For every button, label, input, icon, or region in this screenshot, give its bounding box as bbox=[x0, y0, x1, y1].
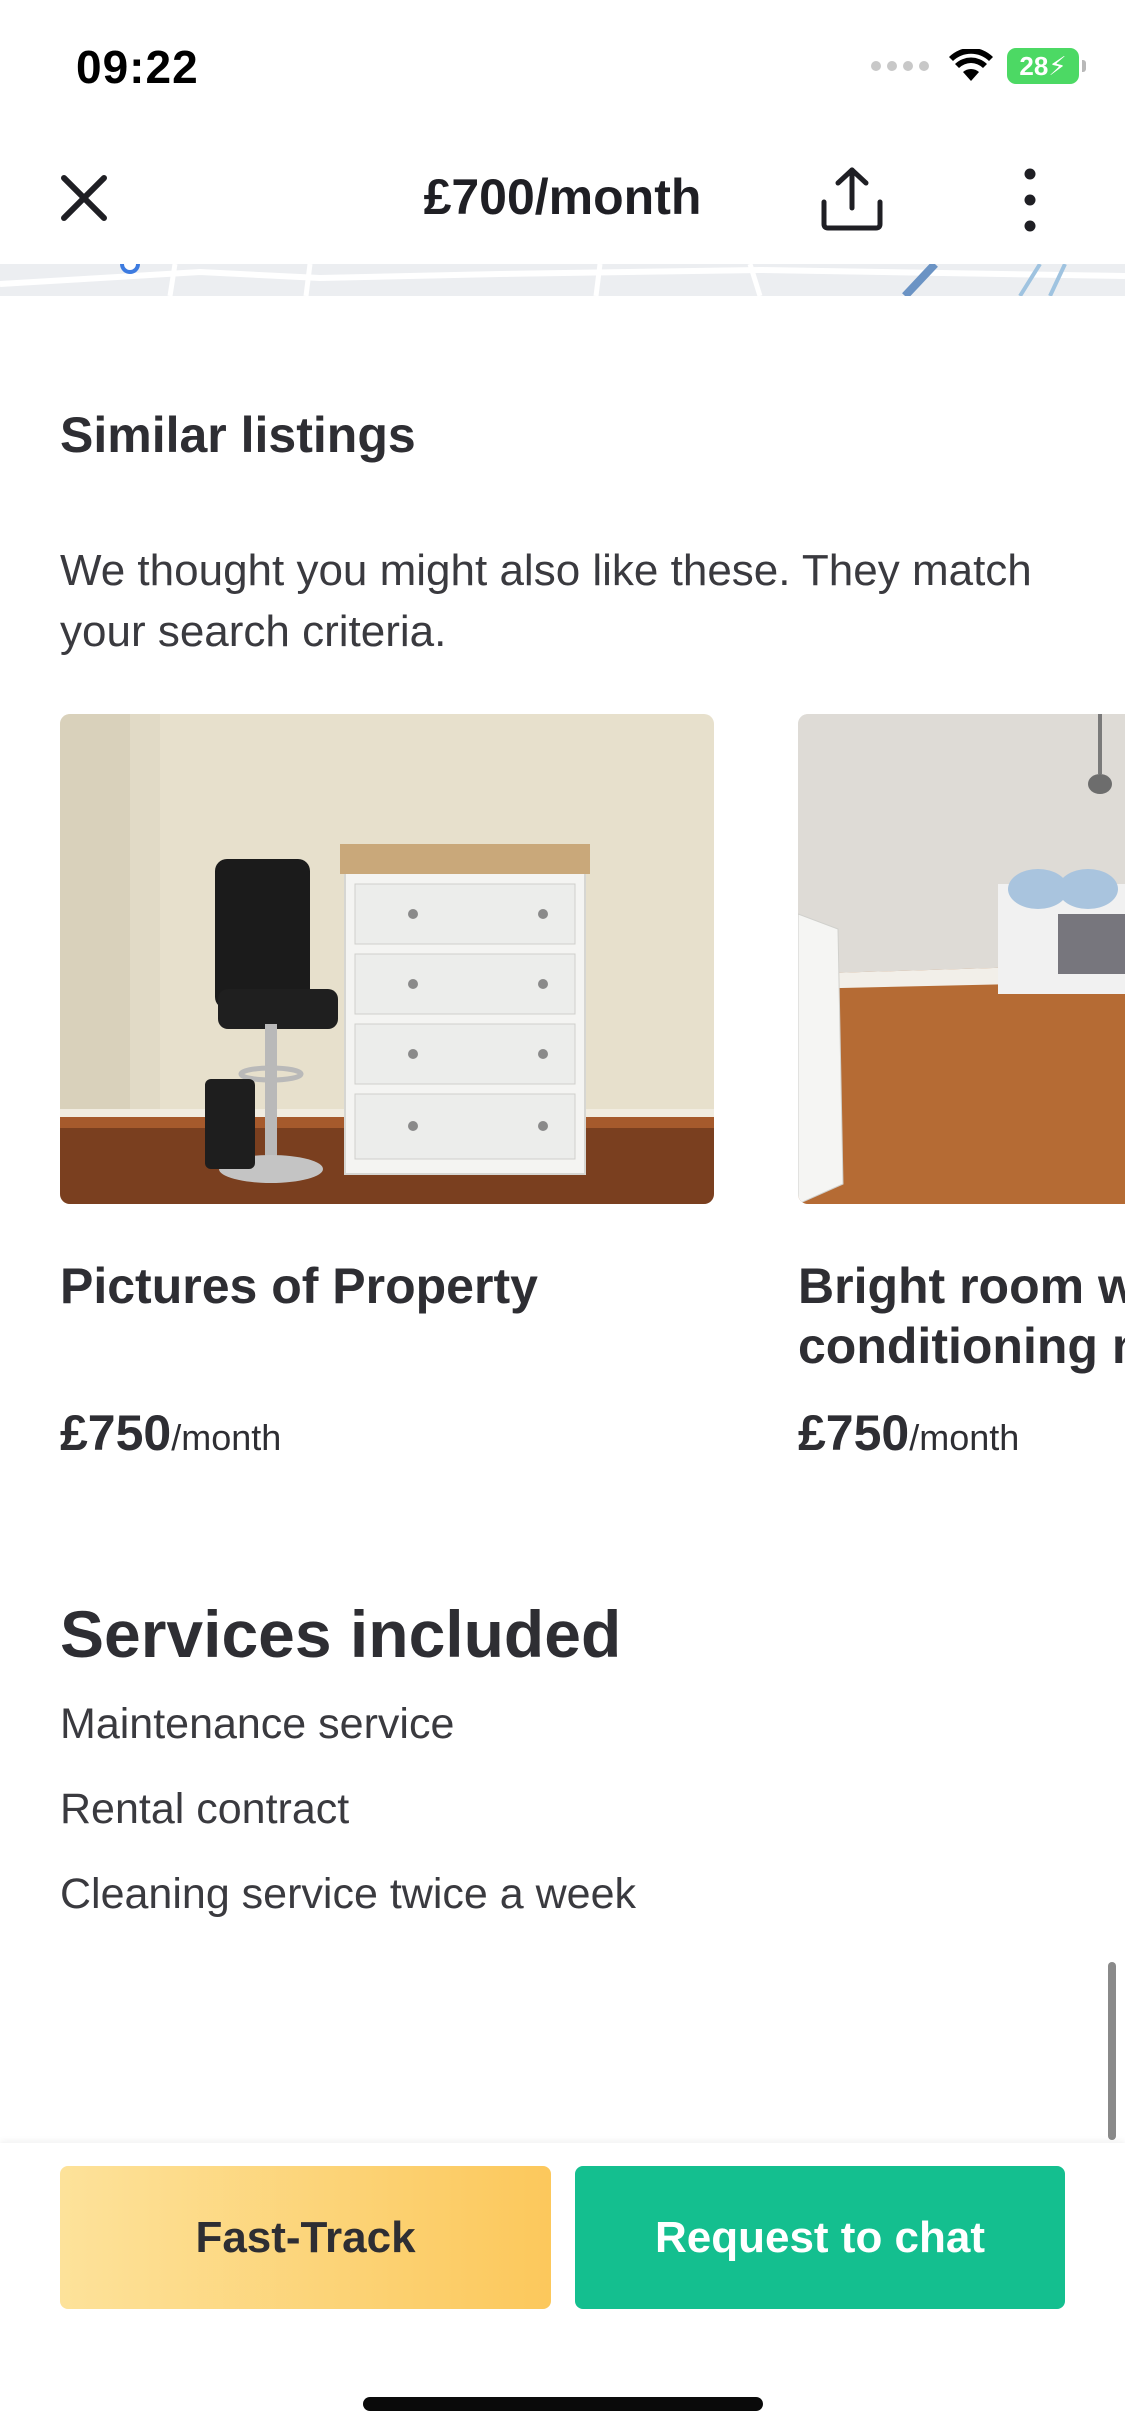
listing-price-amount: £750 bbox=[60, 1405, 172, 1461]
close-icon[interactable] bbox=[56, 170, 112, 226]
scroll-indicator[interactable] bbox=[1108, 1962, 1116, 2140]
listing-price-amount: £750 bbox=[798, 1405, 910, 1461]
similar-listings-description: We thought you might also like these. Th… bbox=[60, 546, 1032, 656]
request-to-chat-button[interactable]: Request to chat bbox=[575, 2166, 1065, 2309]
bottom-action-bar: Fast-Track Request to chat bbox=[0, 2143, 1125, 2436]
listing-price: £750/month bbox=[60, 1404, 714, 1462]
page-title: £700/month bbox=[423, 169, 702, 225]
similar-listings-carousel[interactable]: Pictures of Property £750/month Bright r… bbox=[0, 714, 1125, 1474]
service-item: Rental contract bbox=[60, 1785, 350, 1833]
battery-icon: 28 ⚡︎ bbox=[1007, 48, 1086, 84]
signal-icon bbox=[871, 61, 929, 71]
listing-photo[interactable] bbox=[798, 714, 1125, 1204]
listing-title[interactable]: Pictures of Property bbox=[60, 1256, 714, 1376]
more-vertical-icon[interactable] bbox=[1010, 164, 1050, 236]
listing-photo[interactable] bbox=[60, 714, 714, 1204]
services-title: Services included bbox=[60, 1597, 622, 1671]
service-item: Cleaning service twice a week bbox=[60, 1870, 636, 1918]
services-list: Maintenance service Rental contract Clea… bbox=[60, 1700, 636, 1955]
status-bar: 09:22 28 ⚡︎ bbox=[0, 0, 1125, 140]
status-icons: 28 ⚡︎ bbox=[871, 48, 1086, 84]
listing-price-period: /month bbox=[171, 1417, 282, 1458]
home-indicator[interactable] bbox=[363, 2397, 763, 2411]
battery-level: 28 bbox=[1019, 50, 1049, 81]
app-header: £700/month bbox=[0, 140, 1125, 264]
fast-track-button[interactable]: Fast-Track bbox=[60, 2166, 551, 2309]
similar-listings-title: Similar listings bbox=[60, 407, 416, 463]
listing-price-period: /month bbox=[909, 1417, 1020, 1458]
share-icon[interactable] bbox=[816, 162, 888, 234]
service-item: Maintenance service bbox=[60, 1700, 455, 1748]
wifi-icon bbox=[949, 49, 993, 81]
listing-card[interactable]: Bright room with air conditioning near £… bbox=[798, 714, 1125, 1462]
status-time: 09:22 bbox=[76, 41, 199, 93]
map-preview[interactable] bbox=[0, 264, 1125, 296]
listing-card[interactable]: Pictures of Property £750/month bbox=[60, 714, 714, 1462]
listing-title[interactable]: Bright room with air conditioning near bbox=[798, 1256, 1125, 1376]
listing-price: £750/month bbox=[798, 1404, 1125, 1462]
